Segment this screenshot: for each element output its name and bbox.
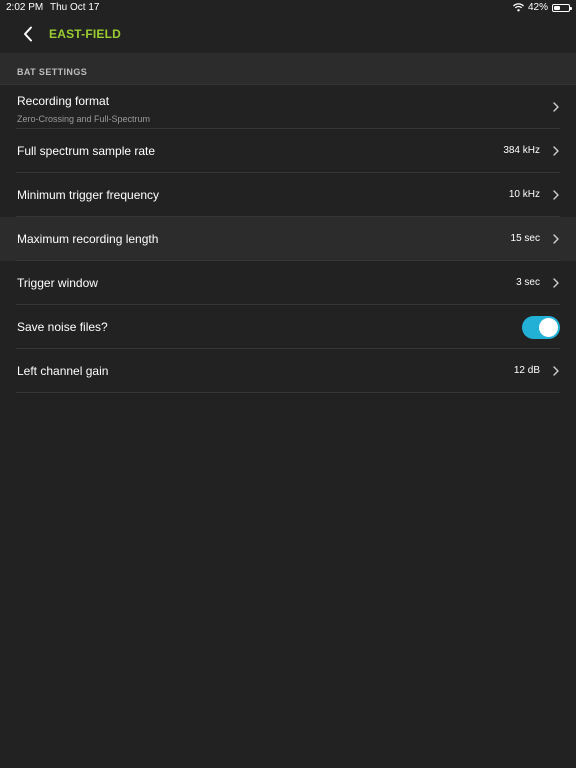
battery-icon bbox=[552, 3, 572, 12]
chevron-right-icon bbox=[552, 232, 560, 246]
status-bar: 2:02 PM Thu Oct 17 42% bbox=[0, 0, 576, 16]
section-header-label: BAT SETTINGS bbox=[17, 67, 88, 77]
toggle-knob bbox=[539, 318, 558, 337]
setting-label: Trigger window bbox=[17, 276, 98, 290]
save-noise-files-toggle[interactable] bbox=[522, 316, 560, 339]
setting-label: Left channel gain bbox=[17, 364, 109, 378]
setting-recording-format[interactable]: Recording format Zero-Crossing and Full-… bbox=[0, 85, 576, 129]
setting-value: 10 kHz bbox=[508, 189, 540, 200]
setting-label: Recording format bbox=[17, 94, 110, 108]
navigation-bar: EAST-FIELD bbox=[0, 16, 576, 52]
battery-percent: 42% bbox=[527, 2, 548, 13]
status-indicators: 42% bbox=[513, 2, 572, 13]
setting-value: 384 kHz bbox=[503, 145, 540, 156]
page-title: EAST-FIELD bbox=[49, 27, 122, 41]
setting-sublabel: Zero-Crossing and Full-Spectrum bbox=[17, 114, 151, 124]
setting-label: Maximum recording length bbox=[17, 232, 159, 246]
chevron-right-icon bbox=[552, 100, 560, 114]
setting-left-channel-gain[interactable]: Left channel gain 12 dB bbox=[0, 349, 576, 393]
setting-label: Minimum trigger frequency bbox=[17, 188, 160, 202]
setting-full-spectrum-sample-rate[interactable]: Full spectrum sample rate 384 kHz bbox=[0, 129, 576, 173]
setting-trigger-window[interactable]: Trigger window 3 sec bbox=[0, 261, 576, 305]
chevron-right-icon bbox=[552, 364, 560, 378]
chevron-right-icon bbox=[552, 188, 560, 202]
chevron-right-icon bbox=[552, 276, 560, 290]
status-date: Thu Oct 17 bbox=[50, 2, 100, 13]
setting-maximum-recording-length[interactable]: Maximum recording length 15 sec bbox=[0, 217, 576, 261]
setting-value: 12 dB bbox=[513, 365, 540, 376]
setting-value: 15 sec bbox=[510, 233, 540, 244]
settings-list: Recording format Zero-Crossing and Full-… bbox=[0, 85, 576, 393]
section-header: BAT SETTINGS bbox=[0, 53, 576, 85]
chevron-right-icon bbox=[552, 144, 560, 158]
setting-label: Full spectrum sample rate bbox=[17, 144, 156, 158]
back-button[interactable] bbox=[16, 22, 40, 46]
battery-level bbox=[554, 5, 560, 10]
setting-minimum-trigger-frequency[interactable]: Minimum trigger frequency 10 kHz bbox=[0, 173, 576, 217]
wifi-icon bbox=[513, 3, 524, 12]
setting-value: 3 sec bbox=[516, 277, 540, 288]
status-time: 2:02 PM bbox=[6, 2, 44, 13]
chevron-left-icon bbox=[24, 26, 32, 42]
setting-save-noise-files: Save noise files? bbox=[0, 305, 576, 349]
setting-label: Save noise files? bbox=[17, 320, 108, 334]
